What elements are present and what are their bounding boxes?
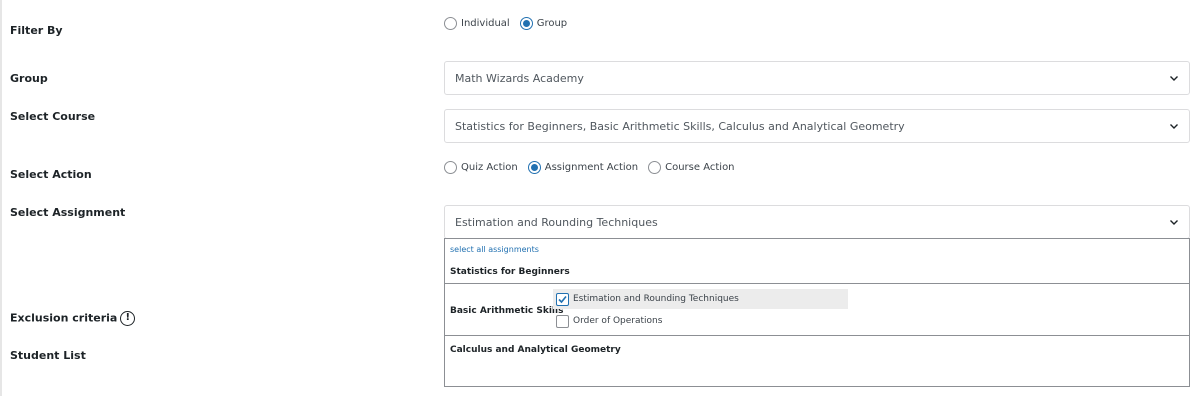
select-all-assignments-link[interactable]: select all assignments xyxy=(450,245,539,254)
dropdown-group-title: Statistics for Beginners xyxy=(450,267,570,277)
assignment-option-label: Estimation and Rounding Techniques xyxy=(573,294,739,304)
filter-group-label: Group xyxy=(536,18,568,29)
select-action-label: Select Action xyxy=(10,168,92,181)
exclusion-criteria-label: Exclusion criteria xyxy=(10,311,118,325)
assignment-dropdown: select all assignments Statistics for Be… xyxy=(444,238,1190,387)
assignment-action-label: Assignment Action xyxy=(544,162,639,173)
filter-by-radio-group: Individual Group xyxy=(444,17,577,30)
select-course-label: Select Course xyxy=(10,110,96,123)
assignment-action-option[interactable]: Assignment Action xyxy=(527,161,639,174)
assignment-select[interactable]: Estimation and Rounding Techniques xyxy=(444,205,1190,239)
assignment-checkbox[interactable] xyxy=(556,292,569,306)
dropdown-divider xyxy=(445,283,1189,284)
assignment-option[interactable]: Order of Operations xyxy=(553,311,848,331)
assignment-action-radio[interactable] xyxy=(527,161,541,174)
exclusion-criteria-row: Exclusion criteria! xyxy=(10,311,136,326)
course-select[interactable]: Statistics for Beginners, Basic Arithmet… xyxy=(444,109,1190,143)
assignment-option[interactable]: Estimation and Rounding Techniques xyxy=(553,289,848,309)
assignment-option-label: Order of Operations xyxy=(573,316,663,326)
filter-individual-option[interactable]: Individual xyxy=(444,17,510,30)
group-select[interactable]: Math Wizards Academy xyxy=(444,61,1190,95)
info-icon[interactable]: ! xyxy=(120,311,136,326)
assignment-checkbox[interactable] xyxy=(556,314,569,328)
left-border xyxy=(0,0,2,396)
chevron-down-icon xyxy=(1170,124,1178,129)
select-assignment-label: Select Assignment xyxy=(10,206,126,219)
group-label: Group xyxy=(10,72,48,85)
course-action-radio[interactable] xyxy=(648,161,662,174)
dropdown-divider xyxy=(445,335,1189,336)
filter-group-radio[interactable] xyxy=(519,17,533,30)
course-action-label: Course Action xyxy=(665,162,735,173)
dropdown-group-title: Calculus and Analytical Geometry xyxy=(450,345,621,355)
dropdown-group-title: Basic Arithmetic Skills xyxy=(450,306,564,316)
chevron-down-icon xyxy=(1170,220,1178,225)
course-select-value: Statistics for Beginners, Basic Arithmet… xyxy=(455,119,905,133)
quiz-action-label: Quiz Action xyxy=(461,162,518,173)
chevron-down-icon xyxy=(1170,76,1178,81)
assignment-select-value: Estimation and Rounding Techniques xyxy=(455,215,658,229)
check-icon xyxy=(558,295,567,303)
filter-by-label: Filter By xyxy=(10,24,63,37)
student-list-label: Student List xyxy=(10,349,86,362)
quiz-action-option[interactable]: Quiz Action xyxy=(444,161,518,174)
filter-individual-radio[interactable] xyxy=(444,17,457,30)
filter-group-option[interactable]: Group xyxy=(519,17,568,30)
course-action-option[interactable]: Course Action xyxy=(648,161,735,174)
action-radio-group: Quiz Action Assignment Action Course Act… xyxy=(444,161,745,174)
quiz-action-radio[interactable] xyxy=(444,161,457,174)
group-select-value: Math Wizards Academy xyxy=(455,71,584,85)
filter-individual-label: Individual xyxy=(461,18,510,29)
